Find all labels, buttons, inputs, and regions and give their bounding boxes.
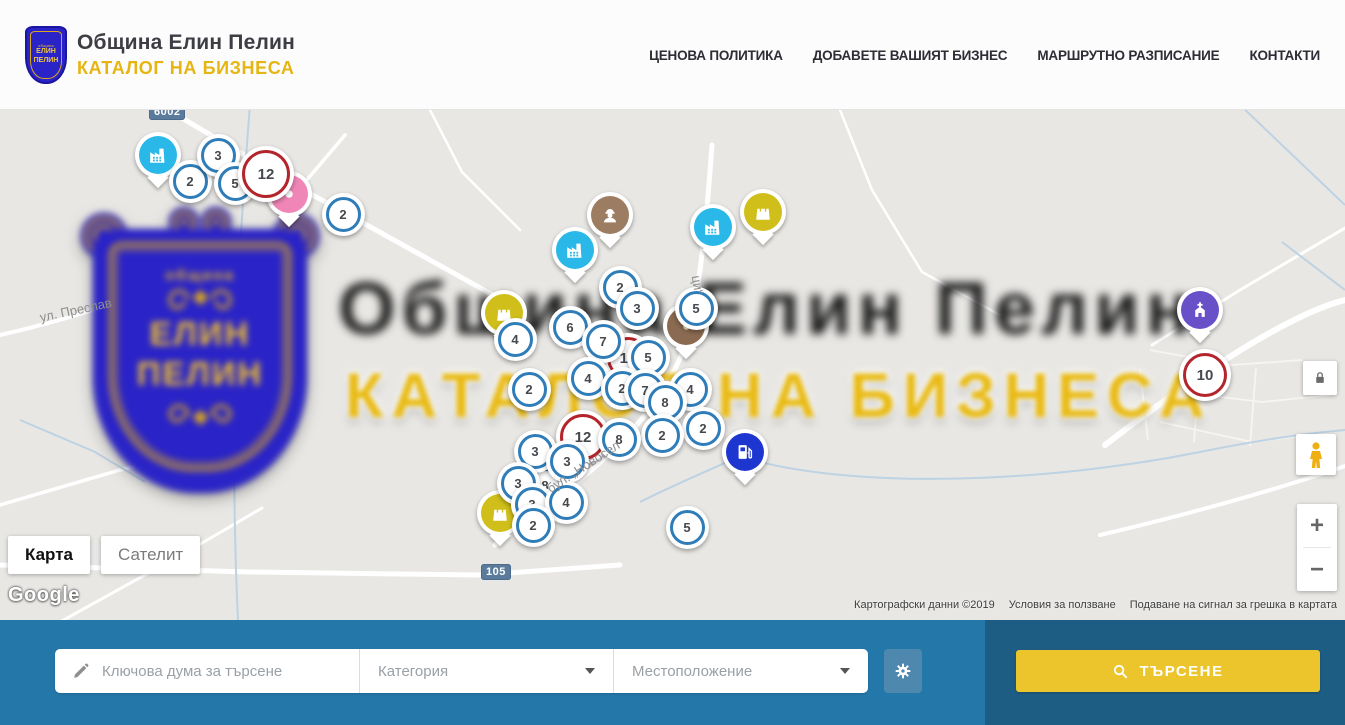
cluster-count: 3: [214, 148, 221, 163]
google-map[interactable]: община ЕЛИН ПЕЛИН: [0, 110, 1345, 620]
brand[interactable]: община ЕЛИН ПЕЛИН Община Елин Пелин КАТА…: [25, 26, 295, 84]
fuel-icon: [726, 433, 764, 471]
pegman-button[interactable]: [1296, 434, 1336, 475]
location-select-label: Местоположение: [632, 663, 752, 680]
google-logo[interactable]: Google: [8, 584, 80, 607]
attribution-terms-link[interactable]: Условия за ползване: [1009, 599, 1116, 611]
cluster-marker[interactable]: 2: [512, 504, 555, 547]
map-attribution: Картографски данни ©2019 Условия за полз…: [854, 599, 1337, 611]
church-pin-marker[interactable]: [1177, 287, 1223, 333]
main-nav: ЦЕНОВА ПОЛИТИКА ДОБАВЕТЕ ВАШИЯТ БИЗНЕС М…: [649, 0, 1320, 110]
gear-icon: [893, 661, 913, 681]
worker-icon: [591, 196, 629, 234]
cluster-count: 4: [584, 371, 591, 386]
attribution-copyright: Картографски данни ©2019: [854, 599, 995, 611]
cluster-count: 4: [562, 495, 569, 510]
map-type-map-button[interactable]: Карта: [8, 536, 90, 574]
cluster-count: 2: [339, 207, 346, 222]
chevron-down-icon: [585, 668, 595, 674]
nav-item-contacts[interactable]: КОНТАКТИ: [1249, 48, 1320, 63]
cluster-count: 5: [644, 350, 651, 365]
pencil-icon: [71, 662, 90, 681]
map-type-satellite-button[interactable]: Сателит: [101, 536, 200, 574]
pegman-icon: [1304, 441, 1328, 469]
cluster-count: 5: [692, 301, 699, 316]
cluster-marker[interactable]: 2: [322, 193, 365, 236]
cluster-marker[interactable]: 3: [616, 287, 659, 330]
cluster-marker[interactable]: 2: [682, 407, 725, 450]
cluster-count: 2: [529, 518, 536, 533]
lock-icon: [1311, 369, 1329, 387]
keyword-section: [55, 649, 360, 693]
cluster-count: 6: [566, 320, 573, 335]
road-label: 105: [481, 564, 511, 580]
cluster-marker[interactable]: 10: [1179, 349, 1231, 401]
nav-item-schedule[interactable]: МАРШРУТНО РАЗПИСАНИЕ: [1037, 48, 1219, 63]
search-input-group: Категория Местоположение: [55, 649, 868, 693]
cluster-count: 10: [1197, 367, 1214, 384]
factory-icon: [694, 208, 732, 246]
cluster-marker[interactable]: 2: [508, 368, 551, 411]
cluster-count: 12: [258, 166, 275, 183]
cluster-count: 8: [661, 395, 668, 410]
cluster-marker[interactable]: 2: [641, 414, 684, 457]
attribution-report-link[interactable]: Подаване на сигнал за грешка в картата: [1130, 599, 1337, 611]
chevron-down-icon: [840, 668, 850, 674]
cluster-marker[interactable]: 4: [494, 318, 537, 361]
search-bar: Категория Местоположение: [0, 620, 1345, 725]
category-select[interactable]: Категория: [360, 649, 614, 693]
cluster-count: 2: [658, 428, 665, 443]
nav-item-pricing[interactable]: ЦЕНОВА ПОЛИТИКА: [649, 48, 783, 63]
factory-pin-marker[interactable]: [552, 227, 598, 273]
cluster-count: 7: [599, 334, 606, 349]
lock-button[interactable]: [1303, 361, 1337, 395]
cluster-count: 5: [683, 520, 690, 535]
cluster-marker[interactable]: 12: [238, 146, 294, 202]
cluster-count: 2: [699, 421, 706, 436]
cluster-count: 4: [511, 332, 518, 347]
road-label: 6002: [149, 110, 185, 120]
cluster-marker[interactable]: 5: [666, 506, 709, 549]
cluster-count: 4: [686, 382, 693, 397]
category-select-label: Категория: [378, 663, 448, 680]
zoom-out-button[interactable]: −: [1297, 548, 1337, 591]
search-button[interactable]: ТЪРСЕНЕ: [1016, 650, 1320, 692]
location-select[interactable]: Местоположение: [614, 649, 868, 693]
cluster-count: 3: [531, 444, 538, 459]
nav-item-add-business[interactable]: ДОБАВЕТЕ ВАШИЯТ БИЗНЕС: [813, 48, 1008, 63]
keyword-search-input[interactable]: [100, 662, 359, 681]
cluster-count: 3: [633, 301, 640, 316]
zoom-in-button[interactable]: +: [1297, 504, 1337, 547]
site-title: Община Елин Пелин: [77, 31, 295, 55]
factory-icon: [139, 136, 177, 174]
street-label: ул. Преслав: [38, 295, 113, 325]
street-label: ци“: [689, 274, 707, 295]
shopping-bag-icon: [744, 193, 782, 231]
advanced-settings-button[interactable]: [884, 649, 922, 693]
zoom-control: + −: [1297, 504, 1337, 591]
worker-pin-marker[interactable]: [587, 192, 633, 238]
cluster-count: 2: [525, 382, 532, 397]
municipality-logo: община ЕЛИН ПЕЛИН: [25, 26, 67, 84]
church-icon: [1181, 291, 1219, 329]
markers-layer: 2 3 5 12 2 2 3 5 6 4 13 7 5 4 2 2 7 4 8 …: [0, 110, 1345, 620]
search-icon: [1112, 663, 1129, 680]
search-button-label: ТЪРСЕНЕ: [1139, 663, 1223, 680]
factory-icon: [556, 231, 594, 269]
cluster-count: 2: [186, 174, 193, 189]
shopping-bag-pin-marker[interactable]: [740, 189, 786, 235]
map-type-control: Карта Сателит: [8, 536, 200, 574]
factory-pin-marker[interactable]: [690, 204, 736, 250]
site-subtitle: КАТАЛОГ НА БИЗНЕСА: [77, 58, 295, 79]
header: община ЕЛИН ПЕЛИН Община Елин Пелин КАТА…: [0, 0, 1345, 110]
fuel-pin-marker[interactable]: [722, 429, 768, 475]
